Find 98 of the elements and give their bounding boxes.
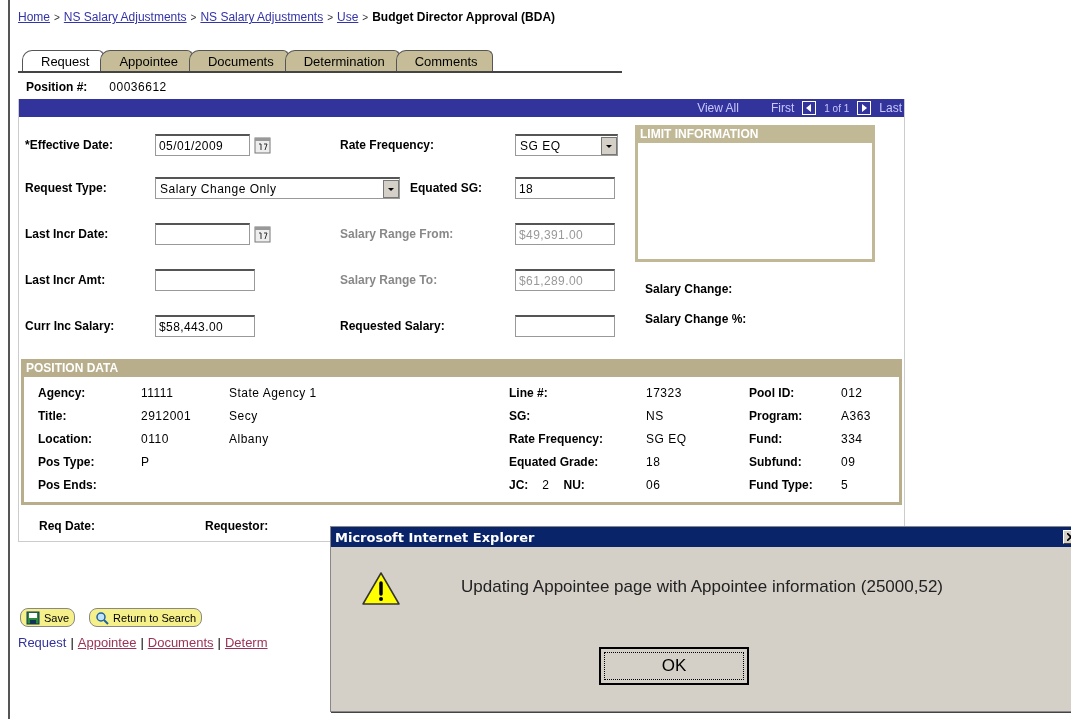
breadcrumb-link[interactable]: NS Salary Adjustments bbox=[200, 10, 324, 24]
link-separator: | bbox=[140, 635, 144, 650]
breadcrumb-separator: > bbox=[327, 12, 333, 23]
field-value: P bbox=[141, 454, 150, 469]
field-value: SG EQ bbox=[646, 431, 687, 446]
field-label: Subfund: bbox=[749, 454, 802, 469]
field-label: Title: bbox=[38, 408, 67, 423]
page-link[interactable]: Determ bbox=[224, 635, 268, 650]
field-label: Salary Change: bbox=[645, 282, 734, 296]
field-label: Salary Range From: bbox=[340, 227, 454, 241]
input-field[interactable] bbox=[155, 269, 255, 291]
link-separator: | bbox=[217, 635, 221, 650]
field-value: State Agency 1 bbox=[229, 385, 317, 400]
field-label: Last Incr Amt: bbox=[25, 273, 106, 287]
dialog-message: Updating Appointee page with Appointee information (25000,52) bbox=[461, 576, 944, 597]
tab[interactable]: Documents bbox=[189, 50, 289, 71]
field-value: 17323 bbox=[646, 385, 682, 400]
field-label: Location: bbox=[38, 431, 92, 446]
field-label: JC: bbox=[509, 477, 529, 492]
field-value: Albany bbox=[229, 431, 269, 446]
view-all-link[interactable]: View All bbox=[697, 101, 739, 115]
ok-button[interactable]: OK bbox=[599, 647, 749, 685]
field-value: 334 bbox=[841, 431, 863, 446]
field-label: Position #: bbox=[26, 80, 88, 94]
input-field[interactable]: 18 bbox=[515, 177, 615, 199]
last-link[interactable]: Last bbox=[879, 101, 902, 115]
save-button[interactable]: Save bbox=[20, 608, 76, 627]
breadcrumb-link[interactable]: Home bbox=[18, 10, 50, 24]
field-value: 5 bbox=[841, 477, 849, 492]
field-label: Pos Ends: bbox=[38, 477, 97, 492]
field-label: Last Incr Date: bbox=[25, 227, 109, 241]
input-field[interactable]: $58,443.00 bbox=[155, 315, 255, 337]
next-icon[interactable] bbox=[857, 101, 872, 115]
row-counter: 1 of 1 bbox=[824, 102, 850, 114]
field-value: 18 bbox=[646, 454, 661, 469]
breadcrumb-separator: > bbox=[54, 12, 60, 23]
tab[interactable]: Appointee bbox=[100, 50, 193, 71]
calendar-icon[interactable] bbox=[254, 225, 272, 243]
field-label: Pos Type: bbox=[38, 454, 95, 469]
tab[interactable]: Comments bbox=[395, 50, 493, 71]
field-label: *Effective Date: bbox=[25, 138, 114, 152]
breadcrumb-current: Budget Director Approval (BDA) bbox=[372, 10, 556, 24]
field-label: Salary Range To: bbox=[340, 273, 438, 287]
breadcrumb-link[interactable]: NS Salary Adjustments bbox=[63, 10, 187, 24]
dialog-title: Microsoft Internet Explorer bbox=[335, 529, 535, 545]
field-label: NU: bbox=[563, 477, 585, 492]
breadcrumb-separator: > bbox=[362, 12, 369, 23]
field-label: Curr Inc Salary: bbox=[25, 319, 115, 333]
page-link[interactable]: Documents bbox=[147, 635, 214, 650]
field-label: Equated Grade: bbox=[509, 454, 599, 469]
field-value: 0110 bbox=[141, 431, 169, 446]
field-value: 2 bbox=[542, 477, 550, 492]
field-value: 012 bbox=[841, 385, 863, 400]
field-value: NS bbox=[646, 408, 664, 423]
section-title: POSITION DATA bbox=[24, 359, 899, 377]
field-label: Line #: bbox=[509, 385, 548, 400]
page-link[interactable]: Request bbox=[18, 635, 67, 650]
caret-icon bbox=[601, 136, 617, 155]
field-label: Request Type: bbox=[25, 181, 107, 195]
link-separator: | bbox=[70, 635, 74, 650]
first-link[interactable]: First bbox=[770, 101, 795, 115]
field-label: Requestor: bbox=[205, 519, 269, 533]
field-value: A363 bbox=[841, 408, 872, 423]
warning-icon bbox=[361, 571, 401, 607]
field-value: 06 bbox=[646, 477, 661, 492]
field-label: Program: bbox=[749, 408, 803, 423]
field-value: 11111 bbox=[141, 385, 174, 400]
field-label: Equated SG: bbox=[410, 181, 482, 195]
field-label: Rate Frequency: bbox=[509, 431, 604, 446]
select-field[interactable]: Salary Change Only bbox=[155, 177, 400, 199]
field-label: SG: bbox=[509, 408, 531, 423]
input-field[interactable]: 05/01/2009 bbox=[155, 134, 250, 156]
input-field[interactable] bbox=[155, 223, 250, 245]
field-value: 09 bbox=[841, 454, 856, 469]
breadcrumb-link[interactable]: Use bbox=[337, 10, 359, 24]
field-label: Fund Type: bbox=[749, 477, 813, 492]
field-value: Secy bbox=[229, 408, 258, 423]
field-label: Salary Change %: bbox=[645, 312, 748, 326]
page-link[interactable]: Appointee bbox=[77, 635, 137, 650]
field-label: Agency: bbox=[38, 385, 86, 400]
tab[interactable]: Request bbox=[22, 50, 105, 71]
tab[interactable]: Determination bbox=[284, 50, 400, 71]
field-label: Pool ID: bbox=[749, 385, 795, 400]
field-label: Req Date: bbox=[39, 519, 95, 533]
field-value: 00036612 bbox=[109, 80, 167, 94]
field-label: Fund: bbox=[749, 431, 783, 446]
field-label: Requested Salary: bbox=[340, 319, 445, 333]
previous-icon[interactable] bbox=[802, 101, 817, 115]
breadcrumb-separator: > bbox=[190, 12, 197, 23]
search-icon bbox=[95, 610, 110, 625]
select-field[interactable]: SG EQ bbox=[515, 134, 618, 156]
caret-icon bbox=[383, 179, 399, 198]
field-label: Rate Frequency: bbox=[340, 138, 435, 152]
section-title: LIMIT INFORMATION bbox=[638, 125, 872, 143]
field-value: 2912001 bbox=[141, 408, 192, 423]
input-field[interactable] bbox=[515, 315, 615, 337]
calendar-icon[interactable] bbox=[254, 136, 272, 154]
return-to-search-button[interactable]: Return to Search bbox=[89, 608, 203, 627]
